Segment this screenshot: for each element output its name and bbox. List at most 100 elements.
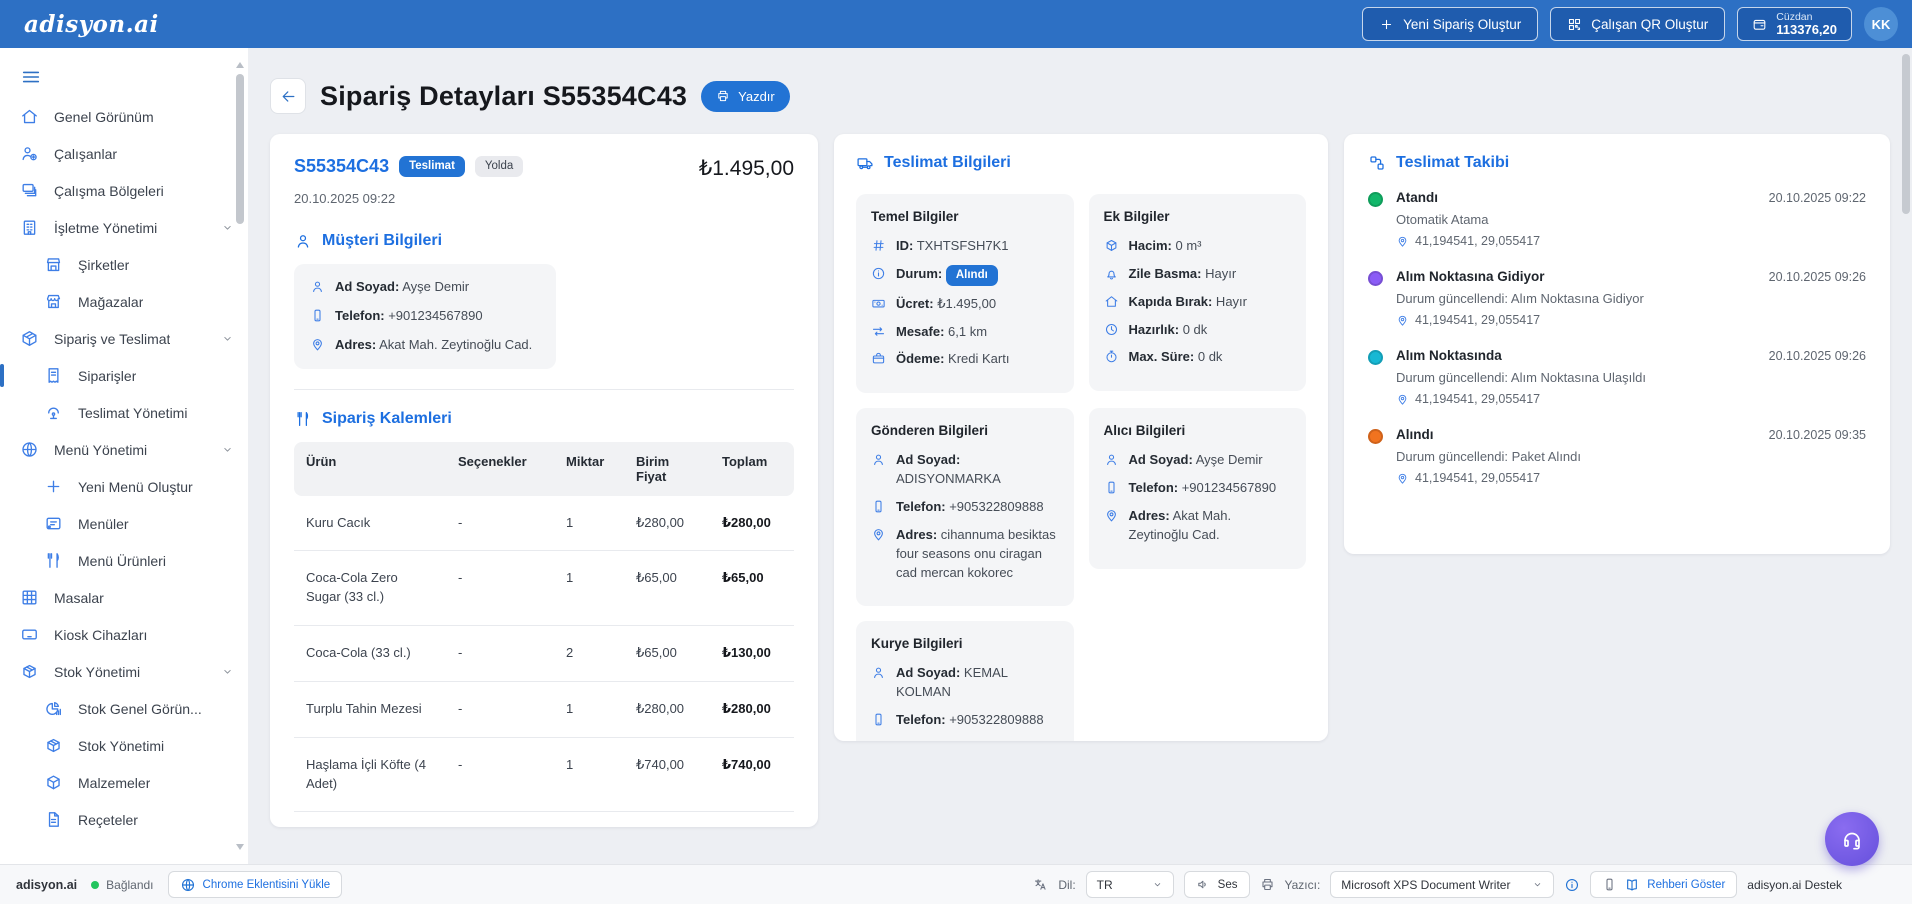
money-icon xyxy=(871,296,886,311)
order-id: S55354C43 xyxy=(294,156,389,177)
cell-options: - xyxy=(446,626,554,682)
chevron-down-icon xyxy=(1152,879,1163,890)
window-scrollbar-thumb[interactable] xyxy=(1902,54,1910,214)
table-header-ürün: Ürün xyxy=(294,442,446,496)
cell-total: ₺65,00 xyxy=(710,551,794,626)
route-icon xyxy=(1368,154,1386,172)
sound-button[interactable]: Ses xyxy=(1184,871,1250,898)
sidebar-item-siparişler[interactable]: Siparişler xyxy=(0,357,248,394)
cell-options: - xyxy=(446,496,554,551)
sidebar-item-menüler[interactable]: Menüler xyxy=(0,505,248,542)
cell-total: ₺740,00 xyxy=(710,737,794,812)
translate-icon xyxy=(1033,877,1048,892)
hamburger-menu-icon[interactable] xyxy=(20,66,42,88)
kiosk-icon xyxy=(20,625,39,644)
scroll-down-arrow-icon[interactable] xyxy=(236,844,244,850)
print-button[interactable]: Yazdır xyxy=(701,81,790,112)
sidebar-item-label: Stok Genel Görün... xyxy=(78,701,202,717)
window-scrollbar[interactable] xyxy=(1902,50,1911,862)
delivery-box-title: Alıcı Bilgileri xyxy=(1104,423,1292,438)
tracking-event: Atandı20.10.2025 09:22Otomatik Atama41,1… xyxy=(1368,190,1866,248)
field-row: Ad Soyad: ADISYONMARKA xyxy=(871,451,1059,489)
event-location: 41,194541, 29,055417 xyxy=(1396,392,1866,406)
cell-qty: 2 xyxy=(554,626,624,682)
connection-status-dot xyxy=(91,881,99,889)
phone-icon xyxy=(1104,480,1119,495)
scroll-up-arrow-icon[interactable] xyxy=(236,62,244,68)
sidebar-item-masalar[interactable]: Masalar xyxy=(0,579,248,616)
event-title: Alım Noktasında xyxy=(1396,348,1502,363)
event-time: 20.10.2025 09:22 xyxy=(1769,191,1866,205)
sidebar-item-menü-ürünleri[interactable]: Menü Ürünleri xyxy=(0,542,248,579)
wallet-label: Cüzdan xyxy=(1776,11,1812,23)
delivery-box-title: Temel Bilgiler xyxy=(871,209,1059,224)
status-bar: adisyon.ai Bağlandı Chrome Eklentisini Y… xyxy=(0,864,1912,904)
sidebar-item-mağazalar[interactable]: Mağazalar xyxy=(0,283,248,320)
sidebar-scrollbar[interactable] xyxy=(235,62,245,850)
show-guide-button[interactable]: Rehberi Göster xyxy=(1590,871,1737,898)
sidebar-item-label: Menüler xyxy=(78,516,129,532)
sidebar-item-stok-yönetimi[interactable]: Stok Yönetimi xyxy=(0,653,248,690)
bell-icon xyxy=(1104,266,1119,281)
printer-icon xyxy=(1260,877,1275,892)
back-button[interactable] xyxy=(270,78,306,114)
sidebar-item-menü-yönetimi[interactable]: Menü Yönetimi xyxy=(0,431,248,468)
sidebar-item-reçeteler[interactable]: Reçeteler xyxy=(0,801,248,838)
cell-unit-price: ₺65,00 xyxy=(624,551,710,626)
printer-select[interactable]: Microsoft XPS Document Writer xyxy=(1330,871,1554,898)
info-icon[interactable] xyxy=(1564,877,1580,893)
cube-icon xyxy=(44,773,63,792)
status-badge: Alındı xyxy=(946,265,998,286)
sidebar-item-kiosk-cihazları[interactable]: Kiosk Cihazları xyxy=(0,616,248,653)
tracking-timeline: Atandı20.10.2025 09:22Otomatik Atama41,1… xyxy=(1368,190,1866,485)
sidebar-item-çalışanlar[interactable]: Çalışanlar xyxy=(0,135,248,172)
customer-section-title: Müşteri Bilgileri xyxy=(294,232,794,250)
sidebar-item-label: Siparişler xyxy=(78,368,136,384)
sidebar-item-stok-genel-görün[interactable]: Stok Genel Görün... xyxy=(0,690,248,727)
table-row: Turplu Tahin Mezesi-1₺280,00₺280,00 xyxy=(294,681,794,737)
field-row: Ad Soyad: Ayşe Demir xyxy=(310,278,540,297)
wallet-button[interactable]: Cüzdan 113376,20 xyxy=(1737,7,1852,41)
table-header-miktar: Miktar xyxy=(554,442,624,496)
sidebar-scrollbar-thumb[interactable] xyxy=(236,74,244,224)
connection-status-label: Bağlandı xyxy=(106,878,153,892)
timeline-dot xyxy=(1368,271,1383,286)
printer-icon xyxy=(716,89,730,103)
timeline-dot xyxy=(1368,350,1383,365)
new-order-button[interactable]: Yeni Sipariş Oluştur xyxy=(1362,7,1538,41)
field-row: Hazırlık: 0 dk xyxy=(1104,321,1292,340)
sidebar-item-çalışma-bölgeleri[interactable]: Çalışma Bölgeleri xyxy=(0,172,248,209)
tracking-event: Alım Noktasında20.10.2025 09:26Durum gün… xyxy=(1368,348,1866,406)
sidebar-item-malzemeler[interactable]: Malzemeler xyxy=(0,764,248,801)
chrome-extension-button[interactable]: Chrome Eklentisini Yükle xyxy=(168,871,343,898)
field-row: Telefon: +901234567890 xyxy=(1104,479,1292,498)
order-items-section-title: Sipariş Kalemleri xyxy=(294,410,794,428)
event-subtitle: Otomatik Atama xyxy=(1396,212,1866,227)
table-grid-icon xyxy=(20,588,39,607)
delivery-section-title: Teslimat Bilgileri xyxy=(856,154,1306,172)
sidebar-item-teslimat-yönetimi[interactable]: Teslimat Yönetimi xyxy=(0,394,248,431)
clock-icon xyxy=(1104,322,1119,337)
chevron-down-icon xyxy=(221,443,234,456)
employee-qr-button[interactable]: Çalışan QR Oluştur xyxy=(1550,7,1725,41)
event-subtitle: Durum güncellendi: Alım Noktasına Gidiyo… xyxy=(1396,291,1866,306)
chevron-down-icon xyxy=(221,221,234,234)
avatar[interactable]: KK xyxy=(1864,7,1898,41)
support-chat-button[interactable] xyxy=(1825,812,1879,866)
language-select[interactable]: TR xyxy=(1086,871,1174,898)
sidebar-nav: Genel GörünümÇalışanlarÇalışma Bölgeleri… xyxy=(0,98,248,838)
sidebar-item-i-şletme-yönetimi[interactable]: İşletme Yönetimi xyxy=(0,209,248,246)
field-row: Ad Soyad: KEMAL KOLMAN xyxy=(871,664,1059,702)
field-row: ID: TXHTSFSH7K1 xyxy=(871,237,1059,256)
sidebar-item-sipariş-ve-teslimat[interactable]: Sipariş ve Teslimat xyxy=(0,320,248,357)
order-status-badge: Yolda xyxy=(475,156,523,177)
event-time: 20.10.2025 09:26 xyxy=(1769,349,1866,363)
cell-options: - xyxy=(446,737,554,812)
order-items-table: ÜrünSeçeneklerMiktarBirim FiyatToplam Ku… xyxy=(294,442,794,813)
sidebar-item-yeni-menü-oluştur[interactable]: Yeni Menü Oluştur xyxy=(0,468,248,505)
sidebar-item-şirketler[interactable]: Şirketler xyxy=(0,246,248,283)
event-location: 41,194541, 29,055417 xyxy=(1396,234,1866,248)
sidebar-item-stok-yönetimi[interactable]: Stok Yönetimi xyxy=(0,727,248,764)
sidebar-item-genel-görünüm[interactable]: Genel Görünüm xyxy=(0,98,248,135)
person-icon xyxy=(1104,452,1119,467)
